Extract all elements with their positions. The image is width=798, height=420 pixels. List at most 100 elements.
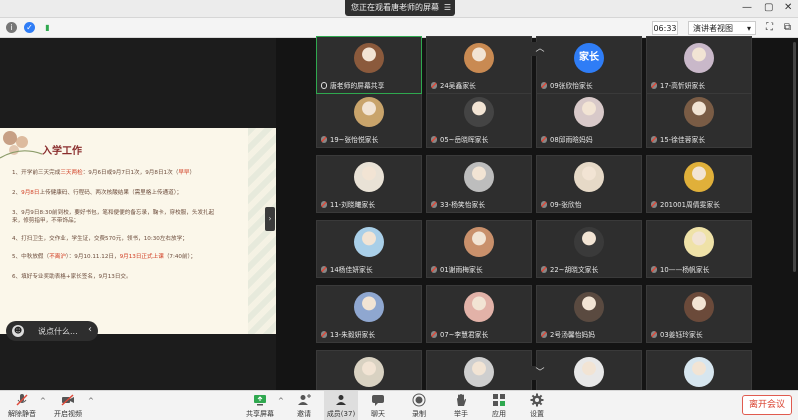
chat-input[interactable]: 说点什么...	[38, 326, 78, 337]
avatar	[574, 357, 604, 387]
invite-button[interactable]: 邀请	[284, 393, 324, 419]
mic-muted-icon	[431, 136, 437, 143]
signal-icon[interactable]: ▮	[42, 22, 53, 33]
participant-tile[interactable]: 14杨佳妍家长	[316, 220, 422, 278]
participant-tile[interactable]: 07~李慧君家长	[426, 285, 532, 343]
hand-icon	[457, 394, 466, 406]
raise-hand-label: 举手	[454, 410, 468, 418]
participant-name: 19~张怡悦家长	[321, 134, 378, 144]
avatar	[464, 292, 494, 322]
start-video-label: 开启视频	[54, 410, 82, 418]
participant-tile[interactable]: 01谢雨梅家长	[426, 220, 532, 278]
raise-hand-button[interactable]: 举手	[441, 393, 481, 419]
record-icon	[412, 393, 426, 407]
participant-tile[interactable]: 09-张欣怡	[536, 155, 642, 213]
unmute-button[interactable]: 解除静音	[2, 393, 42, 419]
participant-grid: 03姜钰玲家长 2号汤馨怡妈妈 07~李慧君家长 13-朱毅妍家长 10——杨帆家长 22…	[276, 36, 798, 408]
participant-tile[interactable]: 24吴鑫家长	[426, 36, 532, 94]
participant-tile[interactable]: 19~张怡悦家长	[316, 90, 422, 148]
shared-screen-pane: 入学工作 1、开学前三天完成三天两检：9月6日或9月7日1次，9月8日1次（早早…	[0, 38, 276, 390]
participant-tile[interactable]: 11-刘晓曦家长	[316, 155, 422, 213]
leave-meeting-button[interactable]: 离开会议	[742, 395, 792, 415]
participant-name-text: 05~岳晓晖家长	[440, 136, 489, 144]
mic-muted-icon	[651, 82, 657, 89]
view-mode-dropdown[interactable]: 演讲者视图 ▾	[688, 21, 756, 35]
participant-name: 03姜钰玲家长	[651, 329, 703, 339]
gear-icon	[530, 393, 544, 407]
mic-muted-icon	[651, 136, 657, 143]
chevron-up-icon[interactable]: ^	[278, 397, 284, 405]
invite-label: 邀请	[297, 410, 311, 418]
scrollbar[interactable]	[793, 42, 796, 272]
mic-muted-icon	[321, 331, 327, 338]
participant-tile[interactable]: 201001周倩雯家长	[646, 155, 752, 213]
avatar	[684, 227, 714, 257]
avatar	[464, 227, 494, 257]
participant-tile[interactable]: 17-高忻妍家长	[646, 36, 752, 94]
avatar	[574, 227, 604, 257]
participant-tile[interactable]: 2号汤馨怡妈妈	[536, 285, 642, 343]
participant-tile[interactable]: 22~胡晓文家长	[536, 220, 642, 278]
collapse-handle[interactable]: ›	[265, 207, 275, 231]
unmute-label: 解除静音	[8, 410, 36, 418]
participant-tile[interactable]: 15-徐佳蓉家长	[646, 90, 752, 148]
apps-button[interactable]: 应用	[479, 393, 519, 419]
participant-tile[interactable]: 05~岳晓晖家长	[426, 90, 532, 148]
chat-button[interactable]: 聊天	[358, 393, 398, 419]
minimize-icon[interactable]: —	[742, 3, 752, 13]
avatar	[354, 43, 384, 73]
shield-icon[interactable]: ✓	[24, 22, 35, 33]
mic-icon	[321, 82, 327, 89]
share-screen-button[interactable]: 共享屏幕	[240, 393, 280, 419]
participant-tile[interactable]: 13-朱毅妍家长	[316, 285, 422, 343]
chevron-up-icon[interactable]: ︿	[522, 42, 558, 56]
chevron-up-icon[interactable]: ^	[40, 397, 46, 405]
members-label: 成员(37)	[326, 410, 356, 418]
share-screen-label: 共享屏幕	[246, 410, 274, 418]
screen-share-banner[interactable]: 您正在观看唐老师的屏幕 ☰	[345, 0, 455, 16]
participant-tile[interactable]: 唐老师的屏幕共享	[316, 36, 422, 94]
participant-name-text: 24吴鑫家长	[440, 82, 476, 90]
participant-name-text: 10——杨帆家长	[660, 266, 710, 274]
members-button[interactable]: 成员(37)	[321, 393, 361, 419]
participant-tile[interactable]: 08邱雨晗妈妈	[536, 90, 642, 148]
chevron-down-icon[interactable]: ﹀	[522, 366, 558, 380]
close-icon[interactable]: ✕	[784, 3, 792, 13]
mic-muted-icon	[541, 201, 547, 208]
participant-name-text: 15-徐佳蓉家长	[660, 136, 706, 144]
emoji-icon[interactable]: ☻	[12, 325, 24, 337]
participant-tile[interactable]: 10——杨帆家长	[646, 220, 752, 278]
mic-muted-icon	[321, 201, 327, 208]
avatar	[354, 97, 384, 127]
mic-muted-icon	[431, 331, 437, 338]
slide-line-1: 1、开学前三天完成三天两检：9月6日或9月7日1次，9月8日1次（早早）	[12, 170, 196, 176]
avatar	[574, 97, 604, 127]
participant-name-text: 19~张怡悦家长	[330, 136, 379, 144]
mic-muted-icon	[651, 331, 657, 338]
maximize-icon[interactable]: ▢	[764, 3, 773, 13]
menu-icon[interactable]: ☰	[444, 0, 451, 16]
info-icon[interactable]: i	[6, 22, 17, 33]
participant-name: 15-徐佳蓉家长	[651, 134, 705, 144]
chat-icon	[372, 395, 384, 406]
chevron-up-icon[interactable]: ^	[88, 397, 94, 405]
record-button[interactable]: 录制	[399, 393, 439, 419]
settings-button[interactable]: 设置	[517, 393, 557, 419]
participant-name-text: 01谢雨梅家长	[440, 266, 483, 274]
avatar	[574, 162, 604, 192]
participant-name-text: 03姜钰玲家长	[660, 331, 703, 339]
apps-grid-icon	[493, 394, 505, 406]
participant-tile[interactable]: 03姜钰玲家长	[646, 285, 752, 343]
mic-muted-icon	[541, 82, 547, 89]
participant-name-text: 09张欣怡家长	[550, 82, 593, 90]
chevron-left-icon[interactable]: ‹	[88, 324, 92, 335]
layout-icon[interactable]: ⧉	[782, 22, 793, 33]
slide-line-5: 5、中秋放假（不离沪）：9月10.11.12日，9月13日正式上课（7:40前）…	[12, 254, 196, 260]
meeting-info-bar: i ✓ ▮ 06:33 演讲者视图 ▾ ⛶ ⧉	[0, 18, 798, 38]
start-video-button[interactable]: 开启视频	[48, 393, 88, 419]
share-screen-icon	[254, 395, 266, 406]
participant-tile[interactable]: 33-杨笑怡家长	[426, 155, 532, 213]
fullscreen-icon[interactable]: ⛶	[764, 22, 775, 33]
quick-chat-bar[interactable]: ☻ 说点什么... ‹	[6, 321, 98, 341]
participant-name-text: 09-张欣怡	[550, 201, 582, 209]
